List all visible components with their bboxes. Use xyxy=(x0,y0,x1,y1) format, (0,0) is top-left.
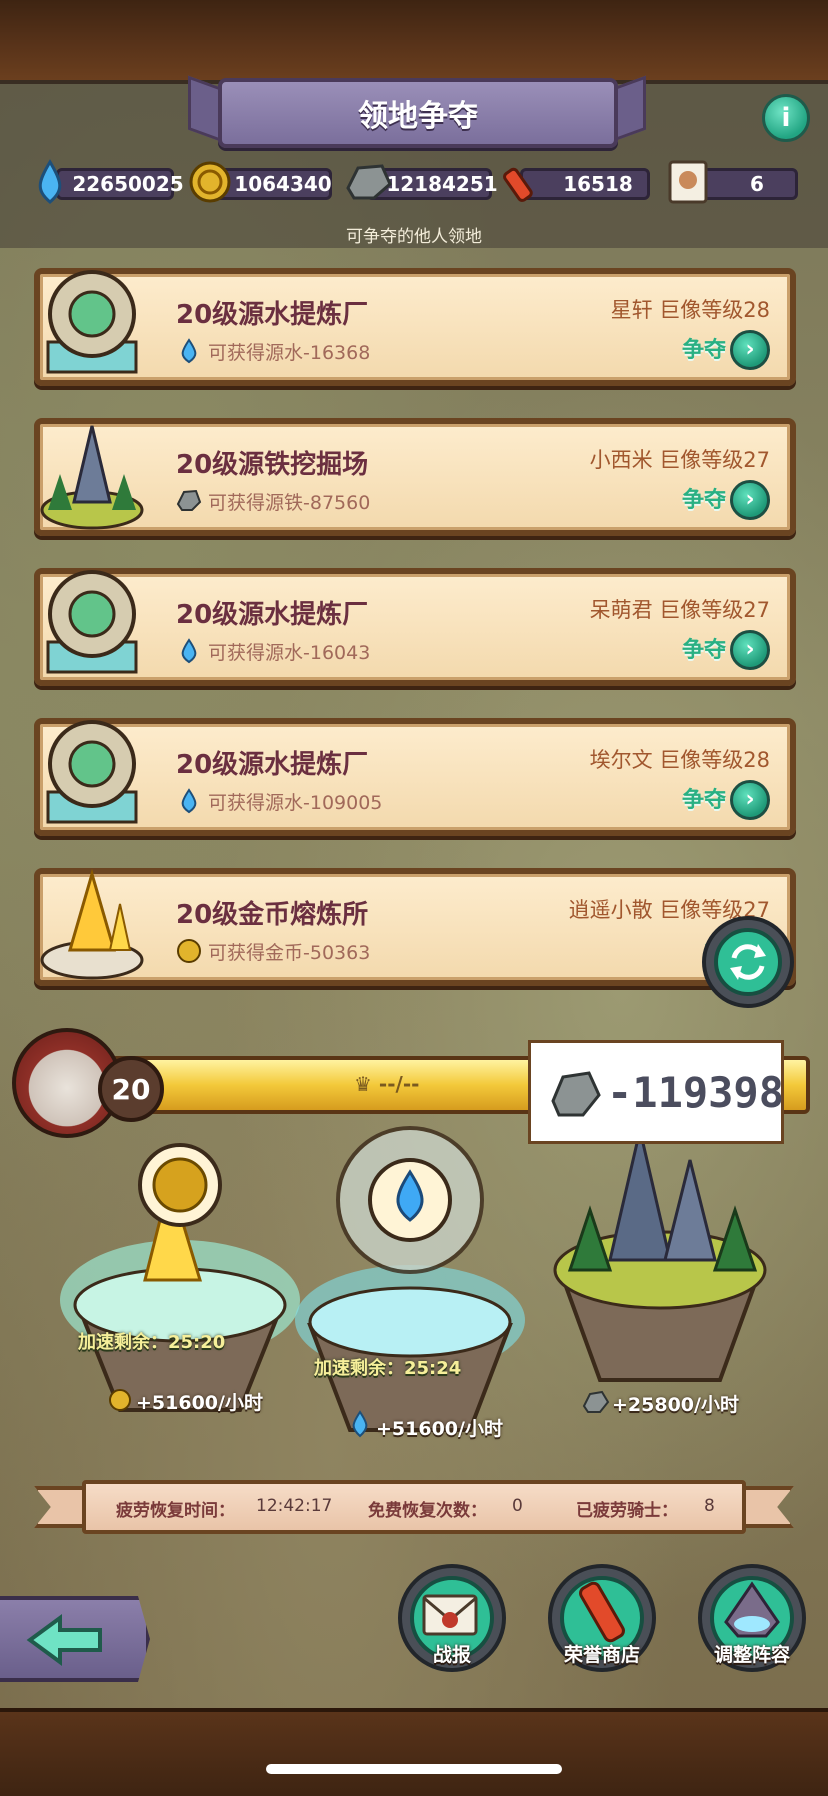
wood-frame-bottom xyxy=(0,1708,828,1796)
info-button[interactable]: i xyxy=(762,94,810,142)
gold-smelter-icon xyxy=(40,868,144,980)
territory-name: 20级源铁挖掘场 xyxy=(176,450,369,480)
water-refinery-icon xyxy=(46,270,138,374)
battle-report-label: 战报 xyxy=(432,1644,471,1666)
level-badge: 20 xyxy=(98,1056,164,1122)
free-recover-label: 免费恢复次数： xyxy=(368,1501,487,1521)
territory-reward: 可获得源铁-87560 xyxy=(208,492,371,514)
territory-reward: 可获得金币-50363 xyxy=(208,942,371,964)
production-rate-iron: +25800/小时 xyxy=(612,1394,739,1416)
contest-label[interactable]: 争夺 xyxy=(682,332,726,364)
contest-label[interactable]: 争夺 xyxy=(682,482,726,514)
water-refinery-icon xyxy=(46,720,138,824)
production-rate-gold: +51600/小时 xyxy=(136,1392,263,1414)
page-title: 领地争夺 xyxy=(218,78,618,148)
fatigue-status-bar: 疲劳恢复时间： 12:42:17 免费恢复次数： 0 已疲劳骑士： 8 xyxy=(82,1480,746,1534)
tired-knights-label: 已疲劳骑士： xyxy=(576,1501,678,1521)
chevron-right-icon: › xyxy=(745,787,755,812)
territory-card[interactable]: 20级金币熔炼所 可获得金币-50363 逍遥小散 巨像等级27 争 xyxy=(34,868,796,986)
chevron-right-icon: › xyxy=(745,487,755,512)
territory-name: 20级源水提炼厂 xyxy=(176,600,369,630)
arrow-left-icon xyxy=(26,1614,102,1666)
territory-card[interactable]: 20级源铁挖掘场 可获得源铁-87560 小西米 巨像等级27 争夺 › xyxy=(34,418,796,536)
tired-knights-value: 8 xyxy=(704,1496,715,1516)
honor-scroll-icon xyxy=(498,158,546,206)
envelope-icon xyxy=(422,1594,478,1636)
boost-remaining-water: 加速剩余：25:24 xyxy=(314,1358,462,1379)
water-refinery-island[interactable] xyxy=(295,1126,525,1432)
territory-card[interactable]: 20级源水提炼厂 可获得源水-16043 呆萌君 巨像等级27 争夺 › xyxy=(34,568,796,686)
refresh-icon xyxy=(702,916,794,1008)
contest-button[interactable]: › xyxy=(730,780,770,820)
boost-remaining-gold: 加速剩余：25:20 xyxy=(78,1332,226,1353)
territory-card[interactable]: 20级源水提炼厂 可获得源水-109005 埃尔文 巨像等级28 争夺 › xyxy=(34,718,796,836)
honor-shop-label: 荣誉商店 xyxy=(563,1644,640,1666)
territory-reward: 可获得源水-109005 xyxy=(208,792,383,814)
contest-label[interactable]: 争夺 xyxy=(682,782,726,814)
territory-owner: 呆萌君 巨像等级27 xyxy=(589,598,770,622)
strength-card-icon xyxy=(664,158,712,206)
home-indicator[interactable] xyxy=(266,1764,562,1774)
territory-name: 20级源水提炼厂 xyxy=(176,750,369,780)
contest-button[interactable]: › xyxy=(730,480,770,520)
fatigue-recover-value: 12:42:17 xyxy=(256,1496,333,1516)
gold-coin-icon xyxy=(186,158,234,206)
chevron-right-icon: › xyxy=(745,337,755,362)
iron-ore-icon xyxy=(344,158,392,206)
iron-ore-icon xyxy=(582,1390,610,1413)
wood-frame-top xyxy=(0,0,828,84)
free-recover-value: 0 xyxy=(512,1496,523,1516)
water-drop-icon xyxy=(181,338,197,364)
info-icon: i xyxy=(781,103,791,133)
water-drop-icon xyxy=(352,1410,368,1438)
back-button[interactable] xyxy=(0,1596,150,1682)
gold-coin-icon xyxy=(177,939,201,963)
territory-name: 20级金币熔炼所 xyxy=(176,900,369,930)
chevron-right-icon: › xyxy=(745,637,755,662)
crown-progress-label: ♛ --/-- xyxy=(354,1072,420,1096)
production-rate-water: +51600/小时 xyxy=(376,1418,503,1440)
iron-mine-island[interactable] xyxy=(553,1129,767,1382)
total-ore-box: -119398 xyxy=(528,1040,784,1144)
territory-owner: 星轩 巨像等级28 xyxy=(610,298,770,322)
territory-owner: 小西米 巨像等级27 xyxy=(589,448,770,472)
contest-button[interactable]: › xyxy=(730,330,770,370)
water-drop-icon xyxy=(26,158,74,206)
adjust-lineup-label: 调整阵容 xyxy=(713,1644,790,1666)
water-drop-icon xyxy=(181,638,197,664)
territory-card[interactable]: 20级源水提炼厂 可获得源水-16368 星轩 巨像等级28 争夺 › xyxy=(34,268,796,386)
territory-owner: 埃尔文 巨像等级28 xyxy=(589,748,770,772)
iron-ore-icon xyxy=(176,489,202,511)
contest-label[interactable]: 争夺 xyxy=(682,632,726,664)
territory-name: 20级源水提炼厂 xyxy=(176,300,369,330)
water-drop-icon xyxy=(181,788,197,814)
iron-mine-icon xyxy=(40,425,144,530)
iron-ore-icon xyxy=(551,1071,601,1117)
gold-coin-icon xyxy=(109,1389,131,1411)
section-subtitle: 可争夺的他人领地 xyxy=(346,227,482,247)
total-ore-value: -119398 xyxy=(607,1067,785,1117)
contest-button[interactable]: › xyxy=(730,630,770,670)
territory-reward: 可获得源水-16368 xyxy=(208,342,371,364)
refresh-button[interactable] xyxy=(700,914,796,1010)
fatigue-recover-label: 疲劳恢复时间： xyxy=(116,1501,235,1521)
resource-bar: 22650025 1064340 12184251 16518 6 xyxy=(0,150,828,218)
water-refinery-icon xyxy=(46,570,138,674)
territory-reward: 可获得源水-16043 xyxy=(208,642,371,664)
gold-smelter-island[interactable] xyxy=(60,1143,300,1412)
